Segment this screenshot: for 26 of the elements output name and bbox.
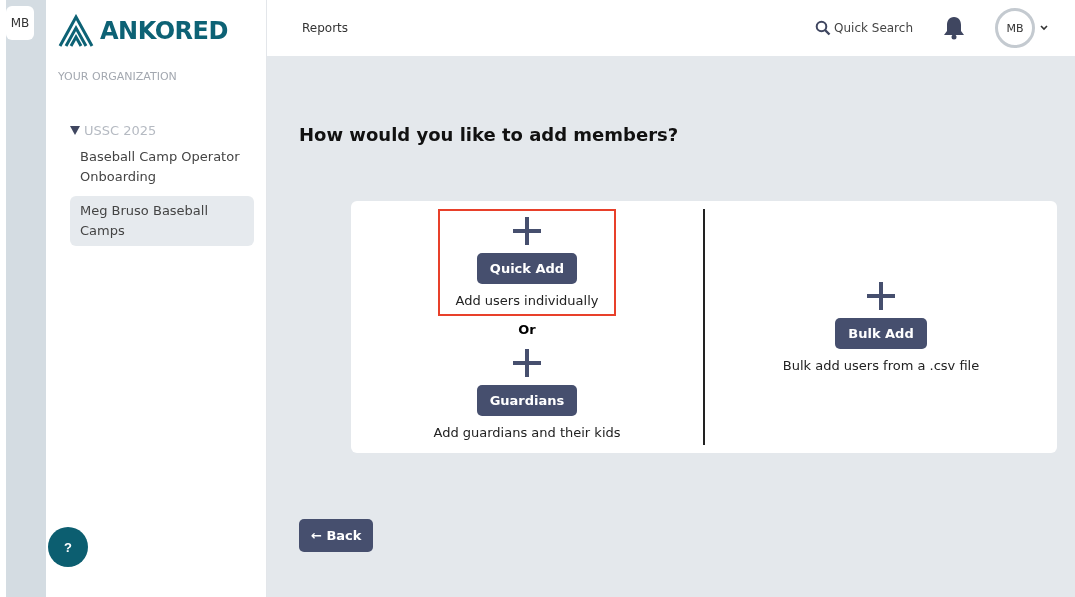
section-label: YOUR ORGANIZATION — [58, 70, 178, 83]
notification-bell-icon[interactable] — [943, 16, 965, 40]
tree-item[interactable]: Meg Bruso Baseball Camps — [70, 196, 254, 246]
plus-icon — [511, 215, 543, 247]
help-button[interactable]: ? — [48, 527, 88, 567]
page-title: How would you like to add members? — [299, 124, 680, 145]
user-avatar[interactable]: MB — [995, 8, 1035, 48]
workspace-badge[interactable]: MB — [6, 6, 34, 40]
search-icon[interactable] — [815, 20, 831, 36]
brand-name: ANKORED — [100, 17, 228, 45]
expand-icon[interactable] — [70, 126, 80, 135]
option-description: Add users individually — [455, 293, 599, 308]
or-separator: Or — [518, 322, 536, 337]
plus-icon — [511, 347, 543, 379]
chevron-down-icon[interactable] — [1039, 24, 1049, 32]
option-description: Bulk add users from a .csv file — [782, 357, 980, 373]
quick-search-link[interactable]: Quick Search — [834, 21, 913, 35]
option-description: Add guardians and their kids — [433, 425, 621, 440]
add-button[interactable]: Guardians — [476, 385, 578, 416]
add-button[interactable]: Quick Add — [476, 253, 578, 284]
tree-item[interactable]: Baseball Camp Operator Onboarding — [70, 142, 254, 192]
back-button[interactable]: ← Back — [299, 519, 374, 552]
plus-icon — [865, 279, 897, 312]
nav-link[interactable]: Reports — [302, 21, 349, 35]
logo-icon — [58, 14, 94, 48]
add-button[interactable]: Bulk Add — [835, 317, 927, 349]
